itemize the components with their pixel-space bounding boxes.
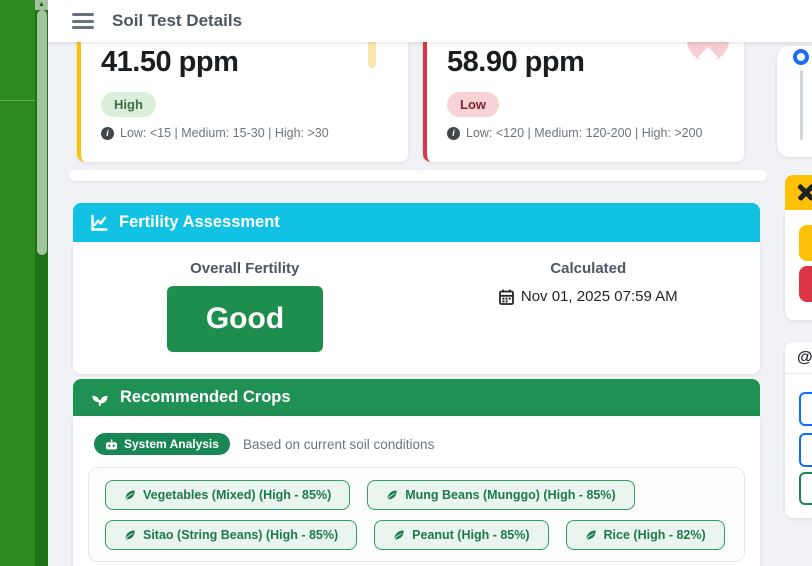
range-info-row: i Low: <15 | Medium: 15-30 | High: >30 [101, 126, 329, 140]
crops-panel-body: System Analysis Based on current soil co… [73, 416, 760, 566]
sidebar-nav: ▲ [0, 0, 48, 566]
value-unit: ppm [178, 46, 239, 78]
system-analysis-badge: System Analysis [94, 433, 230, 455]
analysis-row: System Analysis Based on current soil co… [94, 433, 434, 455]
section-title: Fertility Assessment [119, 213, 280, 231]
crop-chip[interactable]: Sitao (String Beans) (High - 85%) [105, 520, 358, 550]
menu-icon[interactable] [72, 13, 94, 29]
at-sign-icon: @ [797, 349, 812, 366]
range-info-row: i Low: <120 | Medium: 120-200 | High: >2… [447, 126, 703, 140]
value-number: 58.90 [447, 46, 518, 78]
crop-chip-label: Vegetables (Mixed) (High - 85%) [143, 488, 332, 502]
badge-label: System Analysis [124, 437, 219, 451]
chart-line-icon [91, 214, 108, 231]
overall-fertility-label: Overall Fertility [190, 260, 300, 277]
attachments-panel: @ [785, 342, 812, 518]
outline-action-button-3[interactable] [799, 472, 812, 505]
sidebar-divider [0, 100, 35, 101]
nutrient-value: 58.90 ppm [447, 46, 585, 79]
calculated-label: Calculated [550, 260, 627, 277]
right-card-slider [777, 46, 812, 157]
calculated-date: Nov 01, 2025 07:59 AM [520, 288, 678, 305]
tools-panel-header [785, 175, 812, 210]
tools-panel-body [785, 210, 812, 320]
panel-divider [785, 373, 812, 374]
info-circle-icon: i [101, 126, 114, 140]
outline-action-button-1[interactable] [799, 392, 812, 426]
value-number: 41.50 [101, 46, 172, 78]
crop-chip-label: Rice (High - 82%) [603, 528, 706, 542]
leaf-icon [387, 490, 397, 500]
info-circle-icon: i [447, 126, 460, 140]
sidebar-scrollbar-thumb[interactable] [36, 10, 47, 255]
fertility-assessment-panel: Fertility Assessment Overall Fertility C… [73, 203, 760, 374]
crops-panel-header: Recommended Crops [73, 379, 760, 416]
danger-action-button[interactable] [799, 266, 812, 302]
fertility-panel-header: Fertility Assessment [73, 203, 760, 242]
recommended-crops-panel: Recommended Crops System Analysis Based … [73, 379, 760, 566]
leaf-icon [585, 530, 596, 540]
crop-chip-label: Sitao (String Beans) (High - 85%) [143, 528, 339, 542]
range-info-text: Low: <120 | Medium: 120-200 | High: >200 [466, 126, 703, 140]
calculated-date-row: Nov 01, 2025 07:59 AM [417, 288, 761, 305]
level-badge: High [101, 92, 156, 117]
crop-chip[interactable]: Peanut (High - 85%) [374, 520, 549, 550]
seedling-icon [92, 395, 108, 406]
leaf-icon [125, 490, 135, 500]
warning-action-button[interactable] [799, 225, 812, 261]
leaf-icon [125, 530, 135, 540]
slider-track [800, 70, 803, 140]
crop-chips-panel: Vegetables (Mixed) (High - 85%) Mung Bea… [88, 467, 745, 562]
crop-chip[interactable]: Mung Beans (Munggo) (High - 85%) [367, 480, 635, 510]
top-bar: Soil Test Details [48, 0, 812, 42]
range-info-text: Low: <15 | Medium: 15-30 | High: >30 [120, 126, 329, 140]
analysis-note: Based on current soil conditions [242, 436, 435, 452]
sidebar-scrollbar[interactable]: ▲ [35, 0, 48, 566]
crop-chip[interactable]: Rice (High - 82%) [565, 520, 725, 550]
crop-chip[interactable]: Vegetables (Mixed) (High - 85%) [105, 480, 351, 510]
calendar-icon [498, 289, 514, 305]
page-title: Soil Test Details [112, 11, 243, 30]
crop-chip-label: Peanut (High - 85%) [412, 528, 530, 542]
outline-action-button-2[interactable] [799, 433, 812, 467]
scroll-up-arrow-icon[interactable]: ▲ [35, 0, 48, 10]
nutrient-value: 41.50 ppm [101, 46, 239, 79]
value-unit: ppm [524, 46, 585, 78]
robot-icon [106, 438, 117, 449]
fertility-panel-body: Overall Fertility Calculated Good Nov 01… [73, 242, 760, 374]
leaf-icon [394, 530, 404, 540]
slider-handle[interactable] [793, 49, 809, 65]
crop-chip-label: Mung Beans (Munggo) (High - 85%) [405, 488, 616, 502]
nutrient-icon-partial [368, 38, 376, 68]
soil-test-details-page: ▲ Soil Test Details 41.50 ppm High i Low… [0, 0, 812, 566]
fertility-status-badge: Good [167, 286, 323, 352]
card-row-bottom-edge [69, 170, 767, 181]
section-title: Recommended Crops [120, 388, 291, 406]
level-badge: Low [447, 92, 499, 117]
